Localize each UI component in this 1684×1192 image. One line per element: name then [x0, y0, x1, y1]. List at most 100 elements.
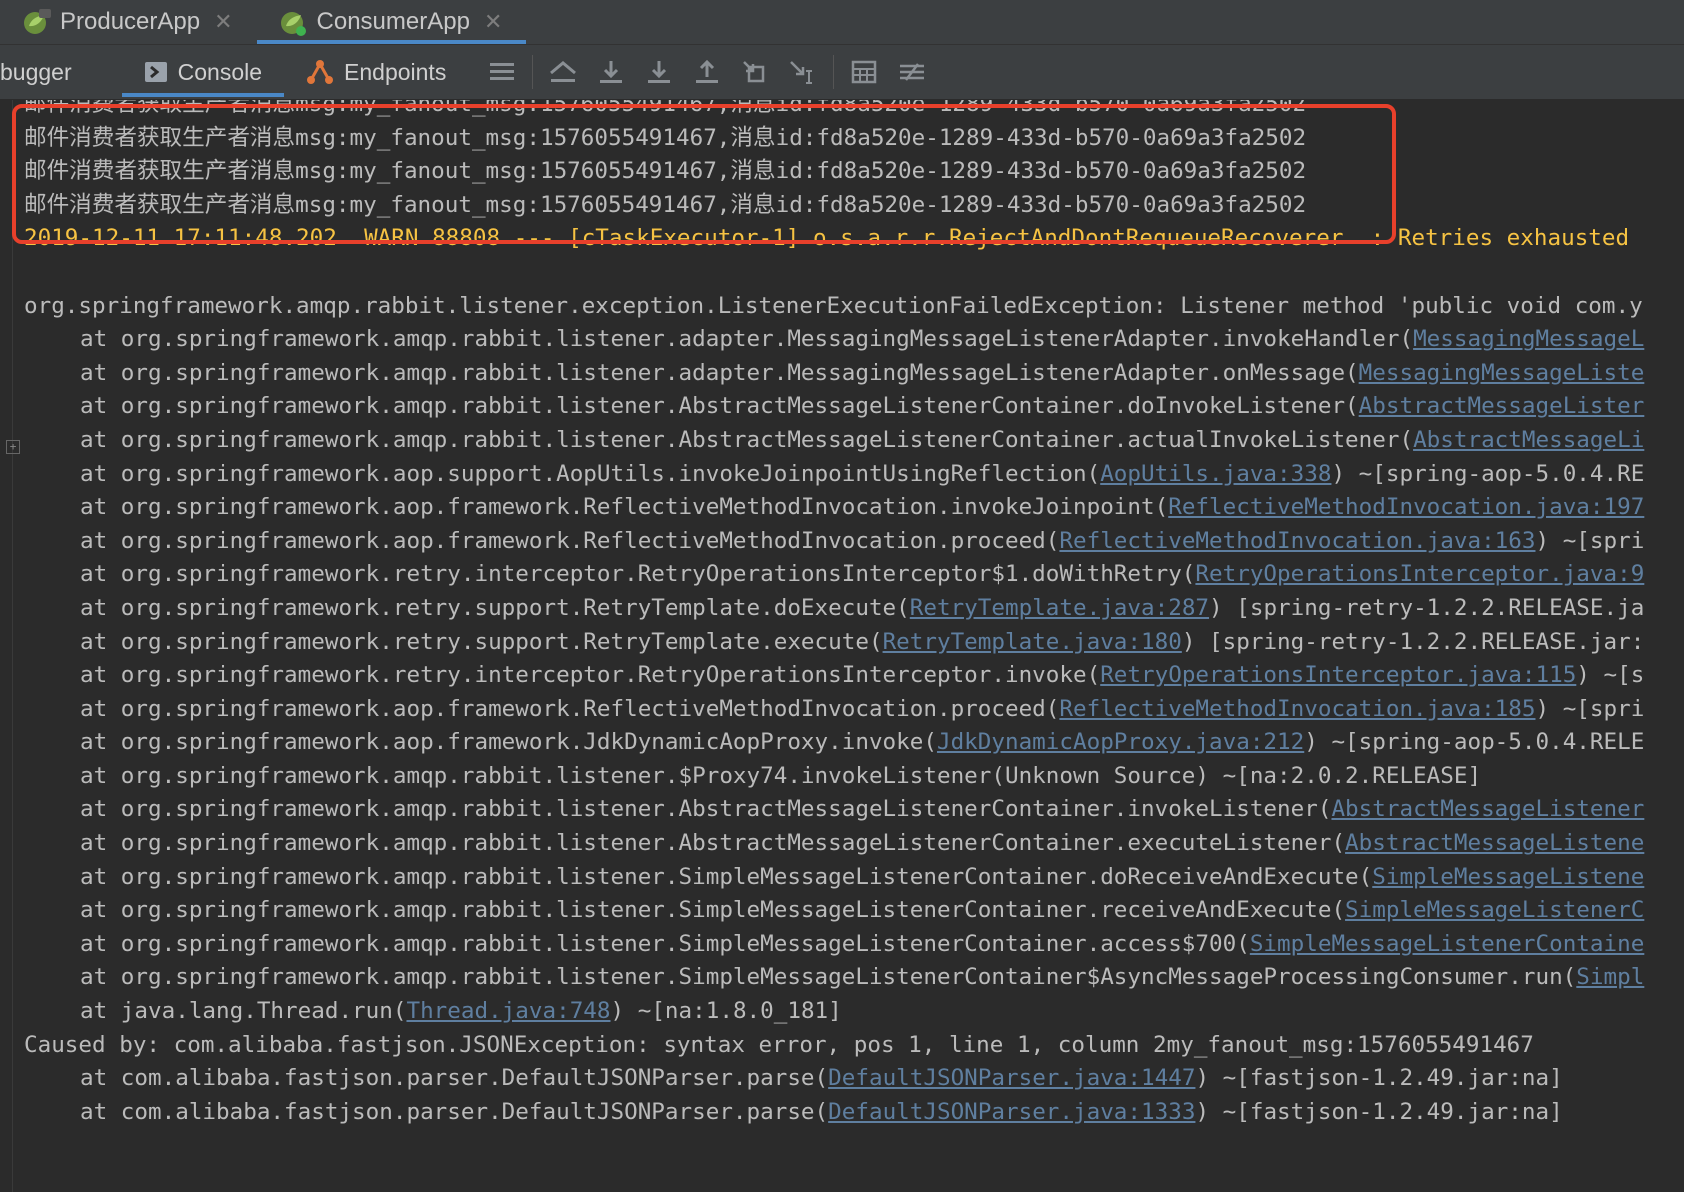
- stack-frame-text: at org.springframework.aop.framework.Jdk…: [80, 729, 937, 756]
- run-to-cursor-icon[interactable]: [779, 45, 827, 99]
- stack-frame-text: at org.springframework.amqp.rabbit.liste…: [80, 762, 1482, 789]
- stack-frame-text: at org.springframework.aop.framework.Ref…: [80, 695, 1060, 722]
- toolbar-separator: [532, 55, 534, 89]
- console-output[interactable]: + 邮件消费者获取生产者消息msg:my_fanout_msg:15760554…: [0, 100, 1684, 1192]
- menu-icon[interactable]: [478, 45, 526, 99]
- console-line: at org.springframework.aop.framework.Ref…: [24, 491, 1684, 525]
- console-line: at org.springframework.amqp.rabbit.liste…: [24, 827, 1684, 861]
- stack-frame-suffix: ) [spring-retry-1.2.2.RELEASE.ja: [1209, 594, 1645, 621]
- source-link[interactable]: JdkDynamicAopProxy.java:212: [937, 729, 1304, 755]
- step-over-icon[interactable]: [587, 45, 635, 99]
- console-line: at org.springframework.amqp.rabbit.liste…: [24, 928, 1684, 962]
- source-link[interactable]: ReflectiveMethodInvocation.java:185: [1059, 696, 1535, 722]
- tab-endpoints[interactable]: Endpoints: [284, 45, 468, 99]
- stack-frame-text: at org.springframework.amqp.rabbit.liste…: [80, 897, 1346, 924]
- source-link[interactable]: RetryOperationsInterceptor.java:9: [1195, 561, 1644, 587]
- console-gutter: [0, 100, 13, 1192]
- stack-frame-text: at org.springframework.retry.interceptor…: [80, 662, 1101, 689]
- console-line: at org.springframework.retry.interceptor…: [24, 659, 1684, 693]
- source-link[interactable]: Simpl: [1576, 964, 1644, 990]
- expand-fold-icon[interactable]: +: [6, 440, 20, 454]
- console-line: at org.springframework.amqp.rabbit.liste…: [24, 961, 1684, 995]
- evaluate-expression-icon[interactable]: [840, 45, 888, 99]
- run-tab-label: ProducerApp: [60, 8, 201, 35]
- stack-frame-text: at java.lang.Thread.run(: [80, 998, 407, 1025]
- stack-frame-suffix: ) ~[spri: [1535, 695, 1645, 722]
- console-line: at org.springframework.amqp.rabbit.liste…: [24, 357, 1684, 391]
- drop-frame-icon[interactable]: [731, 45, 779, 99]
- source-link[interactable]: MessagingMessageL: [1413, 326, 1644, 352]
- source-link[interactable]: AbstractMessageListene: [1345, 830, 1644, 856]
- console-line: at org.springframework.amqp.rabbit.liste…: [24, 760, 1684, 794]
- show-execution-point-icon[interactable]: [539, 45, 587, 99]
- tab-debugger-label: bugger: [0, 58, 72, 85]
- console-line: 邮件消费者获取生产者消息msg:my_fanout_msg:1576055491…: [24, 100, 1307, 117]
- console-line: at org.springframework.amqp.rabbit.liste…: [24, 793, 1684, 827]
- run-tab-consumer[interactable]: ConsumerApp ✕: [256, 0, 527, 44]
- console-lines: 邮件消费者获取生产者消息msg:my_fanout_msg:1576055491…: [24, 100, 1684, 1129]
- source-link[interactable]: ReflectiveMethodInvocation.java:197: [1168, 494, 1644, 520]
- stack-frame-suffix: ) ~[spring-aop-5.0.4.RELE: [1304, 729, 1645, 756]
- source-link[interactable]: SimpleMessageListenerC: [1345, 897, 1644, 923]
- tab-console[interactable]: Console: [121, 45, 285, 99]
- source-link[interactable]: AbstractMessageLister: [1359, 393, 1645, 419]
- step-out-icon[interactable]: [683, 45, 731, 99]
- spring-boot-icon: [22, 7, 52, 37]
- source-link[interactable]: MessagingMessageListe: [1359, 360, 1645, 386]
- stack-frame-text: at org.springframework.retry.support.Ret…: [80, 628, 883, 655]
- console-line: at org.springframework.amqp.rabbit.liste…: [24, 894, 1684, 928]
- stack-frame-text: at org.springframework.amqp.rabbit.liste…: [80, 796, 1332, 823]
- stack-frame-text: at org.springframework.amqp.rabbit.liste…: [80, 964, 1577, 991]
- console-line: at org.springframework.retry.interceptor…: [24, 558, 1684, 592]
- tab-endpoints-label: Endpoints: [344, 58, 447, 85]
- source-link[interactable]: DefaultJSONParser.java:1333: [828, 1099, 1195, 1125]
- tab-debugger[interactable]: bugger: [0, 45, 122, 99]
- source-link[interactable]: RetryOperationsInterceptor.java:115: [1100, 662, 1576, 688]
- source-link[interactable]: AopUtils.java:338: [1100, 461, 1331, 487]
- stack-frame-suffix: ) [spring-retry-1.2.2.RELEASE.jar:: [1181, 628, 1645, 655]
- stack-frame-text: at org.springframework.aop.framework.Ref…: [80, 527, 1060, 554]
- source-link[interactable]: AbstractMessageListener: [1331, 796, 1644, 822]
- debug-toolbar: bugger Console Endpoints: [0, 45, 1684, 100]
- stack-frame-text: at com.alibaba.fastjson.parser.DefaultJS…: [80, 1098, 829, 1125]
- stack-frame-text: at org.springframework.amqp.rabbit.liste…: [80, 326, 1414, 353]
- trace-current-stream-icon[interactable]: [888, 45, 936, 99]
- source-link[interactable]: RetryTemplate.java:287: [910, 595, 1209, 621]
- stack-frame-text: at org.springframework.amqp.rabbit.liste…: [80, 359, 1359, 386]
- console-line: at org.springframework.amqp.rabbit.liste…: [24, 390, 1684, 424]
- run-tab-label: ConsumerApp: [316, 8, 470, 35]
- source-link[interactable]: Thread.java:748: [406, 998, 610, 1024]
- source-link[interactable]: ReflectiveMethodInvocation.java:163: [1059, 528, 1535, 554]
- step-into-icon[interactable]: [635, 45, 683, 99]
- stack-frame-suffix: ) ~[spring-aop-5.0.4.RE: [1331, 460, 1645, 487]
- close-icon[interactable]: ✕: [484, 9, 502, 35]
- stack-frame-text: at org.springframework.amqp.rabbit.liste…: [80, 393, 1359, 420]
- console-line: 邮件消费者获取生产者消息msg:my_fanout_msg:1576055491…: [24, 191, 1307, 218]
- console-line: at org.springframework.aop.framework.Ref…: [24, 693, 1684, 727]
- source-link[interactable]: RetryTemplate.java:180: [883, 629, 1182, 655]
- stack-frame-text: at org.springframework.aop.framework.Ref…: [80, 494, 1169, 521]
- close-icon[interactable]: ✕: [214, 9, 232, 35]
- console-line: at com.alibaba.fastjson.parser.DefaultJS…: [24, 1062, 1684, 1096]
- console-line: at org.springframework.amqp.rabbit.liste…: [24, 323, 1684, 357]
- stack-frame-text: at org.springframework.amqp.rabbit.liste…: [80, 863, 1373, 890]
- source-link[interactable]: AbstractMessageLi: [1413, 427, 1644, 453]
- console-line: 邮件消费者获取生产者消息msg:my_fanout_msg:1576055491…: [24, 124, 1307, 151]
- source-link[interactable]: SimpleMessageListenerContaine: [1250, 931, 1644, 957]
- console-line: at org.springframework.retry.support.Ret…: [24, 626, 1684, 660]
- stack-frame-suffix: ) ~[fastjson-1.2.49.jar:na]: [1195, 1098, 1563, 1125]
- toolbar-separator: [833, 55, 835, 89]
- stack-frame-suffix: ) ~[fastjson-1.2.49.jar:na]: [1195, 1065, 1563, 1092]
- spring-boot-icon: [279, 7, 309, 37]
- console-line: at java.lang.Thread.run(Thread.java:748)…: [24, 995, 1684, 1029]
- stack-frame-text: at org.springframework.amqp.rabbit.liste…: [80, 930, 1250, 957]
- toolbar-icons: [468, 45, 936, 99]
- source-link[interactable]: DefaultJSONParser.java:1447: [828, 1065, 1195, 1091]
- console-line: 邮件消费者获取生产者消息msg:my_fanout_msg:1576055491…: [24, 158, 1307, 185]
- run-tab-producer[interactable]: ProducerApp ✕: [0, 0, 257, 44]
- stack-frame-text: at com.alibaba.fastjson.parser.DefaultJS…: [80, 1065, 829, 1092]
- tab-console-label: Console: [177, 58, 263, 85]
- stack-frame-suffix: ) ~[s: [1576, 662, 1645, 689]
- source-link[interactable]: SimpleMessageListene: [1372, 864, 1644, 890]
